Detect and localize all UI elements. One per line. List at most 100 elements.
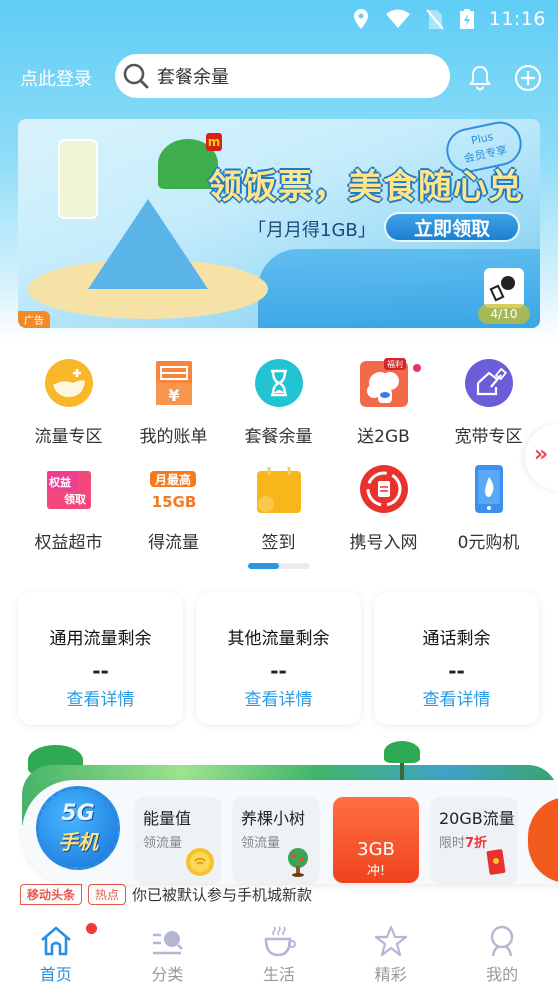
tile-title: 能量值 xyxy=(143,809,192,828)
plus-circle-icon[interactable] xyxy=(513,63,543,93)
battery-charging-icon xyxy=(459,9,474,29)
grid-label: 流量专区 xyxy=(34,427,103,447)
banner-cta-button[interactable]: 立即领取 xyxy=(384,212,520,242)
grid-item-benefits-market[interactable]: 权益 领取 权益超市 xyxy=(16,458,121,564)
promo-banner[interactable]: m Plus 会员专享 领饭票，美食随心兑 「月月得1GB」 立即领取 广告 4… xyxy=(18,119,540,328)
notification-dot xyxy=(413,364,421,372)
person-drinking-icon xyxy=(489,276,515,302)
benefits-text-a: 权益 xyxy=(48,475,71,489)
promo-tile-tree[interactable]: 养棵小树 领流量 xyxy=(233,797,319,883)
badge-5g-text: 5G xyxy=(61,801,95,826)
login-link[interactable]: 点此登录 xyxy=(20,65,92,91)
news-ticker[interactable]: 移动头条 热点 你已被默认参与手机城新款 xyxy=(20,881,312,907)
tile-title: 20GB流量 xyxy=(439,809,515,828)
banner-title: 领饭票，美食随心兑 xyxy=(208,167,523,207)
balance-card-other-data[interactable]: 其他流量剩余 -- 查看详情 xyxy=(196,592,361,725)
tab-label: 分类 xyxy=(151,965,184,984)
tab-category[interactable]: 分类 xyxy=(112,915,224,993)
tab-featured[interactable]: 精彩 xyxy=(335,915,447,993)
grid-item-my-bill[interactable]: ¥ 我的账单 xyxy=(121,352,226,458)
no-sim-icon xyxy=(425,9,444,30)
benefits-text-b: 领取 xyxy=(63,492,86,506)
coffee-cup-icon xyxy=(264,926,296,957)
news-tag-hot: 热点 xyxy=(88,883,127,905)
ad-tag: 广告 xyxy=(18,311,50,328)
card-title: 通话剩余 xyxy=(422,629,491,649)
balance-card-general-data[interactable]: 通用流量剩余 -- 查看详情 xyxy=(18,592,183,725)
grid-pager xyxy=(248,563,310,569)
quick-grid-row-2: 权益 领取 权益超市 月最高 15GB 得流量 签到 携号入网 0元购机 xyxy=(0,458,558,564)
clock: 11:16 xyxy=(488,8,546,30)
search-icon xyxy=(123,63,149,89)
5g-phone-badge[interactable]: 5G 手机 xyxy=(36,786,120,870)
banner-thumbnail xyxy=(484,268,524,308)
top-header: 点此登录 套餐余量 xyxy=(0,54,558,100)
tile-big-text: 3GB xyxy=(357,839,395,860)
gift-cloud-icon: 福利 xyxy=(359,358,408,407)
promo-tile-3gb[interactable]: 3GB 冲! xyxy=(333,797,419,883)
card-value: -- xyxy=(270,659,287,683)
grid-label: 送2GB xyxy=(357,427,410,447)
welfare-badge: 福利 xyxy=(387,359,403,369)
monthly-text-a: 月最高 xyxy=(153,472,190,487)
tab-home[interactable]: 首页 xyxy=(0,915,112,993)
grid-label: 签到 xyxy=(261,533,296,553)
badge-phone-text: 手机 xyxy=(58,830,98,854)
banner-subtitle: 「月月得1GB」 xyxy=(248,220,376,241)
grid-label: 携号入网 xyxy=(349,533,418,553)
tab-label: 精彩 xyxy=(374,965,407,984)
category-search-icon xyxy=(153,931,184,955)
grid-label: 得流量 xyxy=(148,533,199,553)
red-packet-icon xyxy=(486,849,506,875)
balance-cards: 通用流量剩余 -- 查看详情 其他流量剩余 -- 查看详情 通话剩余 -- 查看… xyxy=(18,592,558,725)
tree-icon xyxy=(288,848,308,877)
location-icon xyxy=(353,9,368,29)
grid-item-data-zone[interactable]: 流量专区 xyxy=(16,352,121,458)
calendar-icon xyxy=(256,467,301,513)
tile-small-text: 冲! xyxy=(366,864,386,879)
bill-icon: ¥ xyxy=(155,361,192,405)
card-title: 其他流量剩余 xyxy=(227,629,330,649)
grid-item-free-phone[interactable]: 0元购机 xyxy=(436,458,541,564)
grid-label: 宽带专区 xyxy=(454,427,523,447)
tab-life[interactable]: 生活 xyxy=(223,915,335,993)
tile-sub-prefix: 限时 xyxy=(439,836,466,851)
tab-mine[interactable]: 我的 xyxy=(446,915,558,993)
monthly-data-icon: 月最高 15GB xyxy=(149,471,196,511)
grid-item-checkin[interactable]: 签到 xyxy=(226,458,331,564)
news-text: 你已被默认参与手机城新款 xyxy=(132,885,313,904)
balance-card-call[interactable]: 通话剩余 -- 查看详情 xyxy=(374,592,539,725)
tab-label: 首页 xyxy=(39,965,72,984)
notification-dot xyxy=(86,923,97,934)
coin-icon xyxy=(186,848,214,876)
grid-label: 我的账单 xyxy=(139,427,208,447)
view-details-link[interactable]: 查看详情 xyxy=(196,685,361,710)
number-transfer-icon xyxy=(359,465,408,513)
grid-item-get-data[interactable]: 月最高 15GB 得流量 xyxy=(121,458,226,564)
promo-tile-energy[interactable]: 能量值 领流量 xyxy=(135,797,221,883)
search-bar[interactable]: 套餐余量 xyxy=(115,54,450,98)
grid-item-number-transfer[interactable]: 携号入网 xyxy=(331,458,436,564)
user-icon xyxy=(490,925,514,957)
grid-item-broadband[interactable]: 宽带专区 xyxy=(436,352,541,458)
bottom-tab-bar: 首页 分类 生活 精彩 我的 xyxy=(0,915,558,993)
banner-page-indicator: 4/10 xyxy=(478,268,530,324)
broadband-icon xyxy=(464,359,513,407)
search-placeholder: 套餐余量 xyxy=(157,67,229,88)
bell-icon[interactable] xyxy=(466,63,494,91)
quick-access-grid: 流量专区 ¥ 我的账单 套餐余量 福利 送2GB 宽带专区 权益 领取 权益超市 … xyxy=(0,352,558,564)
tab-label: 我的 xyxy=(486,965,519,984)
view-details-link[interactable]: 查看详情 xyxy=(374,685,539,710)
promo-tile-20gb[interactable]: 20GB流量 限时7折 xyxy=(431,797,517,883)
view-details-link[interactable]: 查看详情 xyxy=(18,685,183,710)
grid-label: 0元购机 xyxy=(457,533,520,553)
card-title: 通用流量剩余 xyxy=(49,629,152,649)
grid-item-gift-2gb[interactable]: 福利 送2GB xyxy=(331,352,436,458)
tile-title: 养棵小树 xyxy=(241,809,306,828)
grid-item-plan-balance[interactable]: 套餐余量 xyxy=(226,352,331,458)
double-chevron-right-icon: » xyxy=(534,442,549,467)
quick-grid-row-1: 流量专区 ¥ 我的账单 套餐余量 福利 送2GB 宽带专区 xyxy=(0,352,558,458)
mcdonalds-logo-icon: m xyxy=(206,133,222,151)
phone-icon xyxy=(474,465,503,513)
wifi-icon xyxy=(385,9,410,28)
